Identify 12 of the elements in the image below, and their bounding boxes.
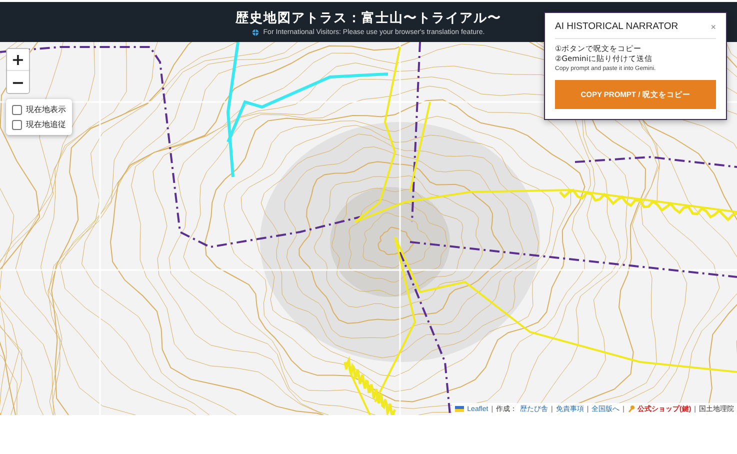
globe-icon bbox=[252, 28, 260, 36]
key-icon bbox=[628, 405, 634, 413]
page-title: 歴史地図アトラス：富士山〜トライアル〜 bbox=[236, 10, 502, 26]
checkbox[interactable] bbox=[12, 104, 22, 114]
checkbox-label: 現在地表示 bbox=[26, 104, 66, 115]
panel-title: AI HISTORICAL NARRATOR bbox=[555, 21, 678, 32]
checkbox[interactable] bbox=[12, 120, 22, 130]
map-drawing[interactable] bbox=[0, 42, 737, 415]
flag-icon bbox=[455, 406, 464, 412]
zoom-in-button[interactable]: + bbox=[7, 49, 29, 71]
close-button[interactable]: × bbox=[710, 22, 716, 32]
checkbox-label: 現在地追従 bbox=[26, 119, 66, 130]
